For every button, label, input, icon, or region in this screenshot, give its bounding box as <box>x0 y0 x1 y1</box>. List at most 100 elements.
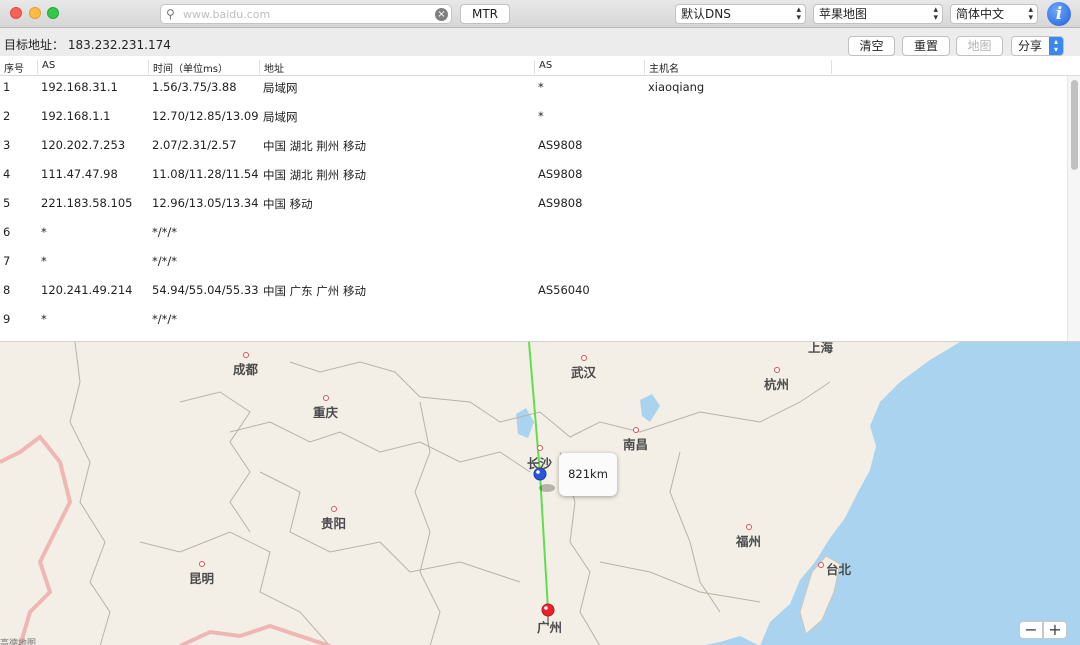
cell-time: 1.56/3.75/3.88 <box>152 80 237 94</box>
city-label-wuhan: 武汉 <box>571 365 597 380</box>
city-label-nanchang: 南昌 <box>623 437 649 452</box>
reset-button[interactable]: 重置 <box>902 36 950 56</box>
map-attribution[interactable]: 高德地图 <box>0 636 36 645</box>
cell-num: 5 <box>3 196 11 210</box>
share-label: 分享 <box>1018 39 1043 53</box>
language-select[interactable]: 简体中文 ▴ ▾ <box>950 4 1038 24</box>
city-label-guiyang: 贵阳 <box>321 516 347 531</box>
close-window-button[interactable] <box>10 7 22 19</box>
city-label-kunming: 昆明 <box>189 571 215 586</box>
route-map[interactable]: 成都 重庆 武汉 杭州 上海 南昌 长沙 贵阳 福州 台北 昆明 广州 821k… <box>0 341 1080 645</box>
table-row[interactable]: 1 192.168.31.1 1.56/3.75/3.88 局域网 * xiao… <box>0 76 1066 105</box>
cell-time: 12.70/12.85/13.09 <box>152 109 259 123</box>
map-canvas <box>0 342 1080 645</box>
cell-ip: * <box>41 225 47 239</box>
cell-time: */*/* <box>152 254 177 268</box>
city-marker <box>243 352 249 358</box>
clear-button[interactable]: 清空 <box>848 36 895 56</box>
cell-as: AS9808 <box>538 138 583 152</box>
table-row[interactable]: 2 192.168.1.1 12.70/12.85/13.09 局域网 * <box>0 105 1066 134</box>
dns-select[interactable]: 默认DNS ▴ ▾ <box>675 4 806 24</box>
col-header-num[interactable]: 序号 <box>0 60 37 75</box>
updown-chevron-icon: ▴ ▾ <box>796 5 801 23</box>
city-marker <box>774 367 780 373</box>
city-label-fuzhou: 福州 <box>736 534 762 549</box>
distance-callout: 821km <box>559 453 617 496</box>
cell-time: */*/* <box>152 312 177 326</box>
table-header: 序号 AS 时间（单位ms） 地址 AS 主机名 <box>0 56 1080 76</box>
trace-table: 序号 AS 时间（单位ms） 地址 AS 主机名 1 192.168.31.1 … <box>0 56 1080 341</box>
cell-as: * <box>538 109 544 123</box>
cell-num: 1 <box>3 80 11 94</box>
cell-num: 3 <box>3 138 11 152</box>
dns-select-value: 默认DNS <box>681 7 731 21</box>
updown-chevron-icon: ▴ ▾ <box>1049 37 1063 55</box>
col-header-location[interactable]: 地址 <box>259 60 534 75</box>
cell-location: 局域网 <box>263 81 298 95</box>
zoom-window-button[interactable] <box>47 7 59 19</box>
cell-ip: 120.241.49.214 <box>41 283 133 297</box>
cell-location: 中国 湖北 荆州 移动 <box>263 139 366 153</box>
cell-hostname: xiaoqiang <box>648 80 705 94</box>
minimize-window-button[interactable] <box>29 7 41 19</box>
cell-time: 2.07/2.31/2.57 <box>152 138 237 152</box>
city-marker <box>323 395 329 401</box>
table-row[interactable]: 4 111.47.47.98 11.08/11.28/11.54 中国 湖北 荆… <box>0 163 1066 192</box>
target-address-value: 183.232.231.174 <box>67 38 171 52</box>
map-provider-select[interactable]: 苹果地图 ▴ ▾ <box>813 4 943 24</box>
cell-time: */*/* <box>152 225 177 239</box>
table-scrollbar[interactable] <box>1067 76 1080 341</box>
scrollbar-thumb[interactable] <box>1071 80 1078 170</box>
cell-location: 局域网 <box>263 110 298 124</box>
cell-as: * <box>538 80 544 94</box>
table-row[interactable]: 9 * */*/* <box>0 308 1066 337</box>
cell-as: AS9808 <box>538 167 583 181</box>
city-label-changsha: 长沙 <box>527 456 553 471</box>
table-row[interactable]: 3 120.202.7.253 2.07/2.31/2.57 中国 湖北 荆州 … <box>0 134 1066 163</box>
zoom-in-button[interactable]: + <box>1043 621 1067 639</box>
search-box[interactable]: ⚲ × <box>160 4 452 24</box>
mtr-button[interactable]: MTR <box>460 4 510 24</box>
updown-chevron-icon: ▴ ▾ <box>1028 5 1033 23</box>
city-label-hangzhou: 杭州 <box>764 377 790 392</box>
map-provider-value: 苹果地图 <box>819 7 868 21</box>
city-label-taipei: 台北 <box>826 562 852 577</box>
cell-ip: * <box>41 254 47 268</box>
search-icon: ⚲ <box>166 7 175 21</box>
table-row[interactable]: 5 221.183.58.105 12.96/13.05/13.34 中国 移动… <box>0 192 1066 221</box>
table-row[interactable]: 7 * */*/* <box>0 250 1066 279</box>
cell-ip: 120.202.7.253 <box>41 138 126 152</box>
search-input[interactable] <box>183 6 433 22</box>
cell-as: AS56040 <box>538 283 590 297</box>
cell-ip: 221.183.58.105 <box>41 196 133 210</box>
target-address-label: 目标地址： 183.232.231.174 <box>4 36 171 53</box>
col-header-as[interactable]: AS <box>534 60 644 74</box>
col-header-time[interactable]: 时间（单位ms） <box>148 60 259 75</box>
city-marker <box>199 561 205 567</box>
cell-as: AS9808 <box>538 196 583 210</box>
city-label-chengdu: 成都 <box>233 362 259 377</box>
city-label-shanghai: 上海 <box>808 341 834 355</box>
clear-search-icon[interactable]: × <box>435 8 448 21</box>
table-row[interactable]: 6 * */*/* <box>0 221 1066 250</box>
cell-num: 8 <box>3 283 11 297</box>
zoom-out-button[interactable]: − <box>1019 621 1043 639</box>
map-button[interactable]: 地图 <box>956 36 1003 56</box>
city-marker <box>537 445 543 451</box>
table-row[interactable]: 8 120.241.49.214 54.94/55.04/55.33 中国 广东… <box>0 279 1066 308</box>
cell-num: 2 <box>3 109 11 123</box>
city-marker <box>581 355 587 361</box>
share-button[interactable]: 分享 ▴ ▾ <box>1011 36 1064 56</box>
target-label-text: 目标地址： <box>4 38 65 52</box>
language-value: 简体中文 <box>956 7 1005 21</box>
cell-time: 11.08/11.28/11.54 <box>152 167 259 181</box>
cell-location: 中国 广东 广州 移动 <box>263 284 366 298</box>
cell-num: 6 <box>3 225 11 239</box>
cell-num: 7 <box>3 254 11 268</box>
col-header-hostname[interactable]: 主机名 <box>644 60 832 75</box>
cell-ip: 192.168.31.1 <box>41 80 118 94</box>
cell-time: 54.94/55.04/55.33 <box>152 283 259 297</box>
info-icon[interactable]: i <box>1047 2 1071 26</box>
col-header-ip[interactable]: AS <box>37 60 148 74</box>
cell-ip: 192.168.1.1 <box>41 109 111 123</box>
